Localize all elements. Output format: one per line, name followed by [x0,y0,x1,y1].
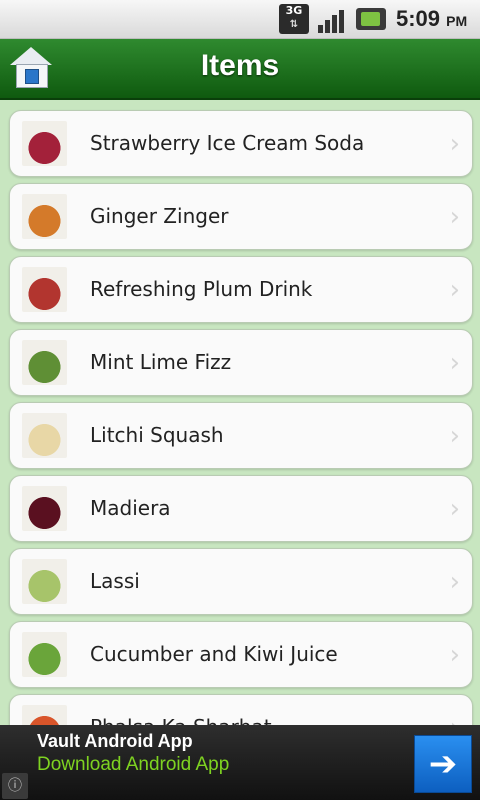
status-time-ampm: PM [446,13,468,29]
info-icon[interactable]: ⓘ [2,773,28,799]
list-item[interactable]: Refreshing Plum Drink › [9,256,473,323]
list-item-label: Litchi Squash [90,423,224,447]
chevron-right-icon: › [449,421,460,451]
status-bar: 3G ⇅ 5:09 PM [0,0,480,39]
list-item-label: Refreshing Plum Drink [90,277,313,301]
list-item[interactable]: Cucumber and Kiwi Juice › [9,621,473,688]
drink-thumbnail [22,194,67,239]
list-item[interactable]: Lassi › [9,548,473,615]
chevron-right-icon: › [449,129,460,159]
list-item-label: Phalsa Ka Sharbat [90,715,272,725]
drink-thumbnail [22,705,67,725]
title-bar: Items [0,39,480,100]
drink-thumbnail [22,632,67,677]
chevron-right-icon: › [449,567,460,597]
list-item-label: Cucumber and Kiwi Juice [90,642,338,666]
list-item[interactable]: Phalsa Ka Sharbat › [9,694,473,725]
list-item[interactable]: Mint Lime Fizz › [9,329,473,396]
chevron-right-icon: › [449,202,460,232]
signal-strength-icon [316,5,350,33]
status-time: 5:09 PM [396,6,467,32]
ad-title[interactable]: Vault Android App [37,731,193,752]
list-item-label: Strawberry Ice Cream Soda [90,131,365,155]
list-item[interactable]: Strawberry Ice Cream Soda › [9,110,473,177]
chevron-right-icon: › [449,348,460,378]
list-item-label: Mint Lime Fizz [90,350,232,374]
list-item-label: Madiera [90,496,171,520]
network-3g-icon: 3G ⇅ [279,4,309,34]
chevron-right-icon: › [449,640,460,670]
drink-thumbnail [22,267,67,312]
items-list[interactable]: Strawberry Ice Cream Soda › Ginger Zinger ›… [0,100,480,725]
status-time-value: 5:09 [396,6,441,31]
list-item[interactable]: Ginger Zinger › [9,183,473,250]
list-item-label: Lassi [90,569,140,593]
list-item[interactable]: Madiera › [9,475,473,542]
drink-thumbnail [22,559,67,604]
drink-thumbnail [22,121,67,166]
drink-thumbnail [22,413,67,458]
chevron-right-icon: › [449,494,460,524]
list-item-label: Ginger Zinger [90,204,229,228]
chevron-right-icon: › [450,713,460,725]
drink-thumbnail [22,340,67,385]
list-item[interactable]: Litchi Squash › [9,402,473,469]
chevron-right-icon: › [449,275,460,305]
page-title: Items [200,49,280,82]
drink-thumbnail [22,486,67,531]
battery-icon [356,8,386,30]
ad-banner[interactable]: Vault Android App Download Android App ➔… [0,725,480,800]
arrow-right-icon[interactable]: ➔ [414,735,472,793]
ad-subtitle[interactable]: Download Android App [37,754,229,776]
